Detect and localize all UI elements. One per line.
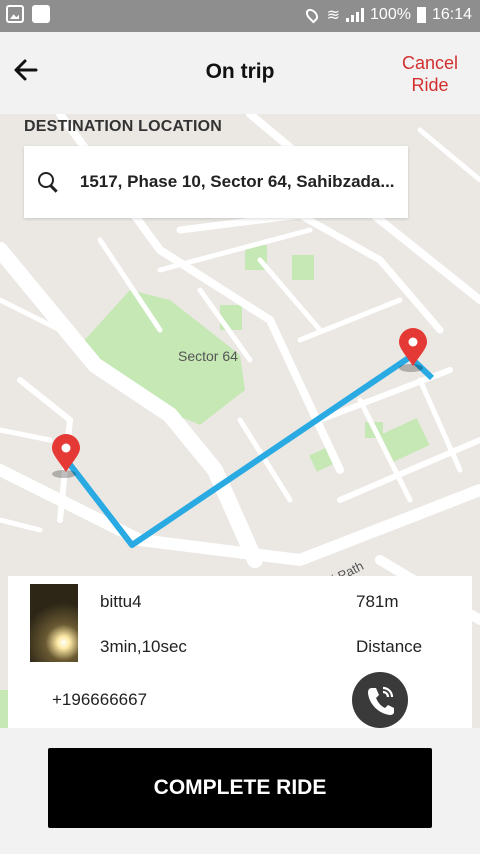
wifi-icon: ≋: [326, 7, 341, 24]
gallery-notification-icon: [6, 5, 24, 23]
cancel-ride-line2: Ride: [411, 75, 449, 95]
distance-value: 781m: [356, 592, 399, 611]
signal-icon: [346, 8, 365, 22]
phone-call-icon: [368, 686, 394, 715]
app-header: On trip Cancel Ride: [0, 32, 480, 114]
rider-avatar: [30, 584, 78, 662]
clock: 16:14: [431, 6, 472, 23]
cancel-ride-line1: Cancel: [401, 53, 459, 73]
trip-info-card: bittu4 3min,10sec 781m Distance +1966666…: [8, 576, 472, 728]
bottom-bar: COMPLETE RIDE: [0, 728, 480, 854]
destination-label: DESTINATION LOCATION: [24, 118, 223, 135]
rider-name: bittu4: [100, 592, 142, 611]
trip-eta: 3min,10sec: [100, 637, 187, 656]
app-notification-icon: [32, 5, 50, 23]
distance-label: Distance: [356, 637, 423, 656]
rider-phone: +196666667: [52, 690, 148, 709]
battery-percent: 100%: [370, 6, 411, 23]
complete-ride-button[interactable]: COMPLETE RIDE: [48, 748, 432, 828]
park-area: [292, 255, 314, 280]
battery-icon: [416, 7, 426, 23]
cancel-ride-button[interactable]: Cancel Ride: [398, 52, 462, 96]
search-icon: [36, 170, 60, 194]
destination-search-field[interactable]: 1517, Phase 10, Sector 64, Sahibzada...: [24, 146, 408, 218]
destination-address: 1517, Phase 10, Sector 64, Sahibzada...: [79, 172, 395, 191]
call-button[interactable]: [352, 672, 408, 728]
location-icon: [303, 6, 321, 24]
area-label: Sector 64: [178, 348, 238, 364]
status-bar: ≋ 100% 16:14: [0, 0, 480, 32]
